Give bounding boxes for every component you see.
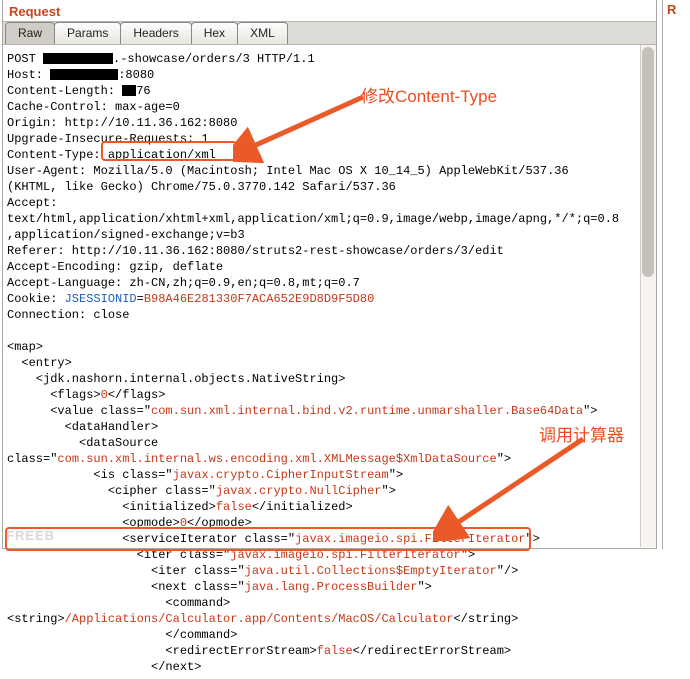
redacted <box>122 85 136 96</box>
side-panel-title: R <box>663 2 690 17</box>
http-request-text[interactable]: POST .-showcase/orders/3 HTTP/1.1 Host: … <box>3 45 656 679</box>
side-panel: R <box>662 0 690 549</box>
vertical-scrollbar[interactable] <box>640 45 656 547</box>
scrollbar-thumb[interactable] <box>642 47 654 277</box>
text: POST <box>7 52 43 66</box>
tab-xml[interactable]: XML <box>237 22 288 44</box>
tab-params[interactable]: Params <box>54 22 121 44</box>
panel-title: Request <box>3 0 656 21</box>
tab-hex[interactable]: Hex <box>191 22 238 44</box>
redacted <box>50 69 118 80</box>
raw-content-area: POST .-showcase/orders/3 HTTP/1.1 Host: … <box>3 45 656 547</box>
watermark: FREEB <box>6 528 55 543</box>
tab-bar: Raw Params Headers Hex XML <box>3 21 656 45</box>
request-panel: Request Raw Params Headers Hex XML POST … <box>2 0 657 549</box>
redacted <box>43 53 113 64</box>
tab-headers[interactable]: Headers <box>120 22 191 44</box>
tab-raw[interactable]: Raw <box>5 22 55 44</box>
